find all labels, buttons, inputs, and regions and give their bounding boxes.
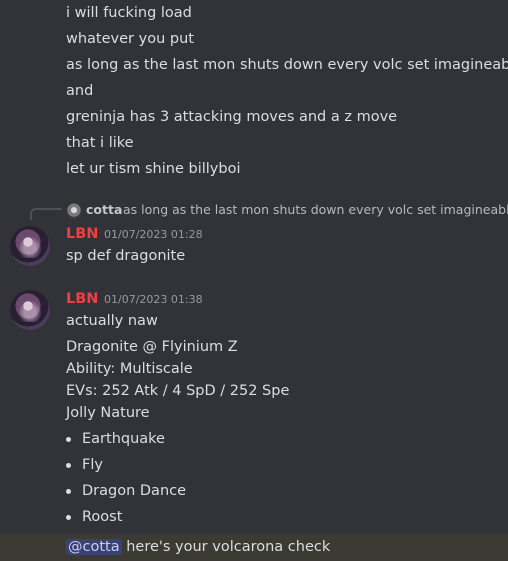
message-text: here's your volcarona check bbox=[121, 539, 331, 555]
message-line: Jolly Nature bbox=[66, 405, 150, 421]
mention-message-line: @cotta here's your volcarona check bbox=[66, 537, 330, 557]
avatar[interactable] bbox=[10, 226, 50, 266]
bullet-icon bbox=[66, 489, 71, 494]
list-item: Fly bbox=[82, 457, 103, 473]
author-name[interactable]: LBN bbox=[66, 224, 98, 244]
bullet-icon bbox=[66, 463, 71, 468]
reply-avatar[interactable] bbox=[66, 203, 82, 219]
message-line: let ur tism shine billyboi bbox=[66, 161, 241, 177]
bullet-icon bbox=[66, 437, 71, 442]
message-line: i will fucking load bbox=[66, 5, 192, 21]
reply-text[interactable]: as long as the last mon shuts down every… bbox=[123, 201, 508, 219]
message-line: and bbox=[66, 83, 94, 99]
timestamp: 01/07/2023 01:28 bbox=[104, 228, 203, 241]
user-mention[interactable]: @cotta bbox=[66, 539, 122, 555]
message-line: Ability: Multiscale bbox=[66, 361, 193, 377]
message-line: whatever you put bbox=[66, 31, 194, 47]
message-text: sp def dragonite bbox=[66, 248, 186, 264]
reply-author[interactable]: cotta bbox=[86, 201, 122, 219]
timestamp: 01/07/2023 01:38 bbox=[104, 293, 203, 306]
message-line: EVs: 252 Atk / 4 SpD / 252 Spe bbox=[66, 383, 290, 399]
message-line: actually naw bbox=[66, 313, 158, 329]
bullet-icon bbox=[66, 515, 71, 520]
list-item: Roost bbox=[82, 509, 123, 525]
list-item: Dragon Dance bbox=[82, 483, 187, 499]
message-line: as long as the last mon shuts down every… bbox=[66, 57, 508, 73]
message-line: that i like bbox=[66, 135, 134, 151]
list-item: Earthquake bbox=[82, 431, 165, 447]
author-name[interactable]: LBN bbox=[66, 289, 98, 309]
avatar[interactable] bbox=[10, 290, 50, 330]
message-line: greninja has 3 attacking moves and a z m… bbox=[66, 109, 398, 125]
message-line: Dragonite @ Flyinium Z bbox=[66, 339, 238, 355]
reply-spine bbox=[30, 208, 62, 220]
